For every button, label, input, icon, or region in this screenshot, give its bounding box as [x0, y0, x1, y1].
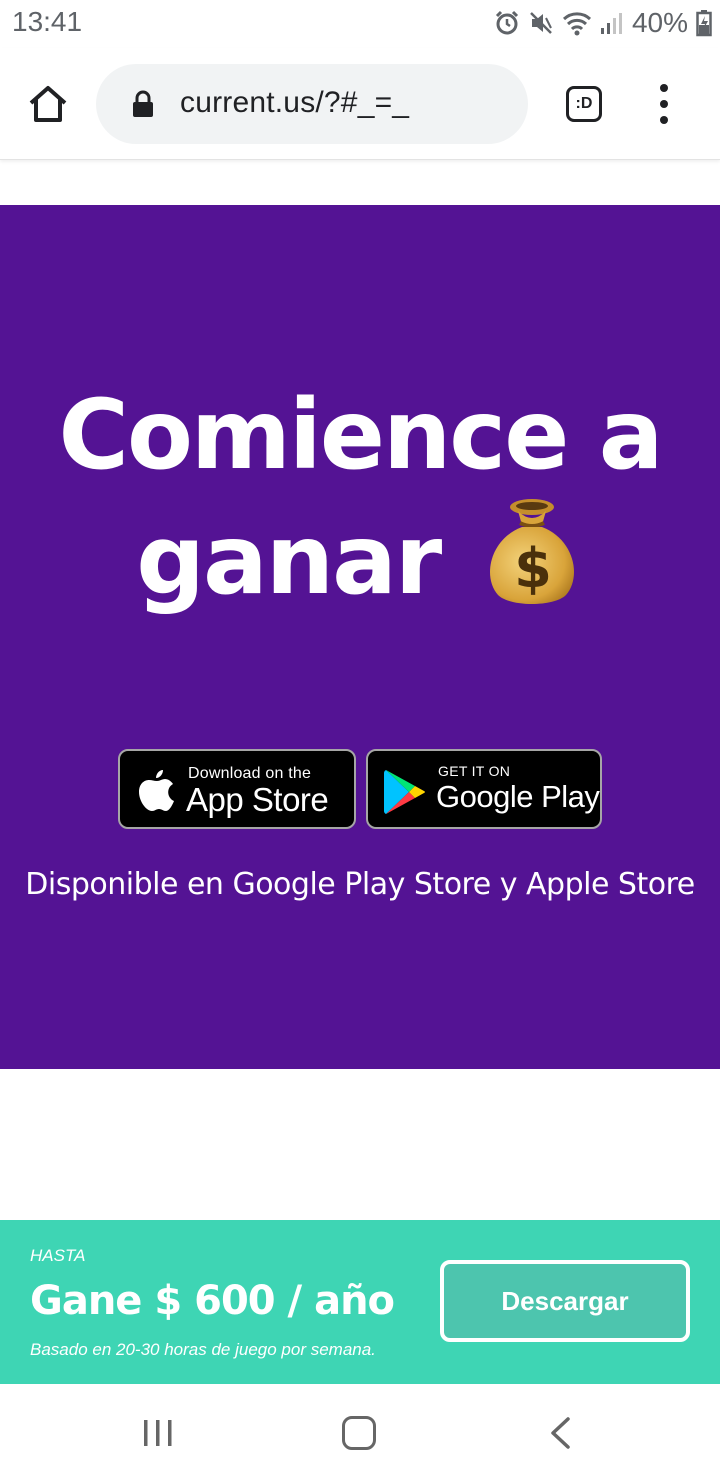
- status-icons: 40%: [494, 6, 712, 40]
- google-play-small-text: GET IT ON: [438, 763, 511, 779]
- hero-section: Comience a ganar $ Download on the App S…: [0, 205, 720, 1069]
- more-menu-icon[interactable]: [654, 84, 674, 124]
- svg-text:$: $: [514, 537, 550, 600]
- promo-banner: HASTA Gane $ 600 / año Basado en 20-30 h…: [0, 1220, 720, 1384]
- wifi-icon: [562, 12, 591, 36]
- tab-switcher-button[interactable]: :D: [566, 86, 602, 122]
- hero-title-line2: ganar: [136, 504, 442, 616]
- signal-icon: [600, 13, 622, 34]
- hero-title: Comience a ganar $: [0, 375, 720, 620]
- download-button[interactable]: Descargar: [440, 1260, 690, 1342]
- status-bar: 13:41 40%: [0, 0, 720, 48]
- mute-icon: [530, 12, 552, 34]
- url-text: current.us/?#_=_: [180, 86, 410, 119]
- battery-percent: 40%: [631, 7, 688, 38]
- home-nav-icon[interactable]: [342, 1416, 376, 1450]
- system-nav-bar: [0, 1384, 720, 1480]
- promo-amount: Gane $ 600 / año: [30, 1278, 395, 1324]
- availability-text: Disponible en Google Play Store y Apple …: [25, 867, 695, 902]
- app-store-big-text: App Store: [186, 781, 329, 818]
- lock-icon: [133, 90, 153, 117]
- alarm-icon: [495, 10, 519, 35]
- browser-toolbar: current.us/?#_=_ :D: [0, 48, 720, 160]
- google-play-big-text: Google Play: [436, 779, 600, 814]
- app-store-badge[interactable]: Download on the App Store: [118, 749, 356, 829]
- promo-label: HASTA: [30, 1246, 86, 1265]
- hero-title-line1: Comience a: [58, 379, 663, 491]
- google-play-icon: [384, 770, 425, 814]
- promo-note: Basado en 20-30 horas de juego por seman…: [30, 1340, 376, 1359]
- recent-apps-icon[interactable]: [142, 1418, 174, 1448]
- home-icon[interactable]: [26, 82, 70, 126]
- money-bag-icon: $: [489, 499, 574, 604]
- address-bar[interactable]: current.us/?#_=_: [96, 64, 528, 144]
- back-icon[interactable]: [548, 1416, 572, 1450]
- apple-icon: [139, 770, 174, 811]
- status-time: 13:41: [12, 6, 83, 37]
- battery-charging-icon: [696, 10, 712, 37]
- google-play-badge[interactable]: GET IT ON Google Play: [366, 749, 602, 829]
